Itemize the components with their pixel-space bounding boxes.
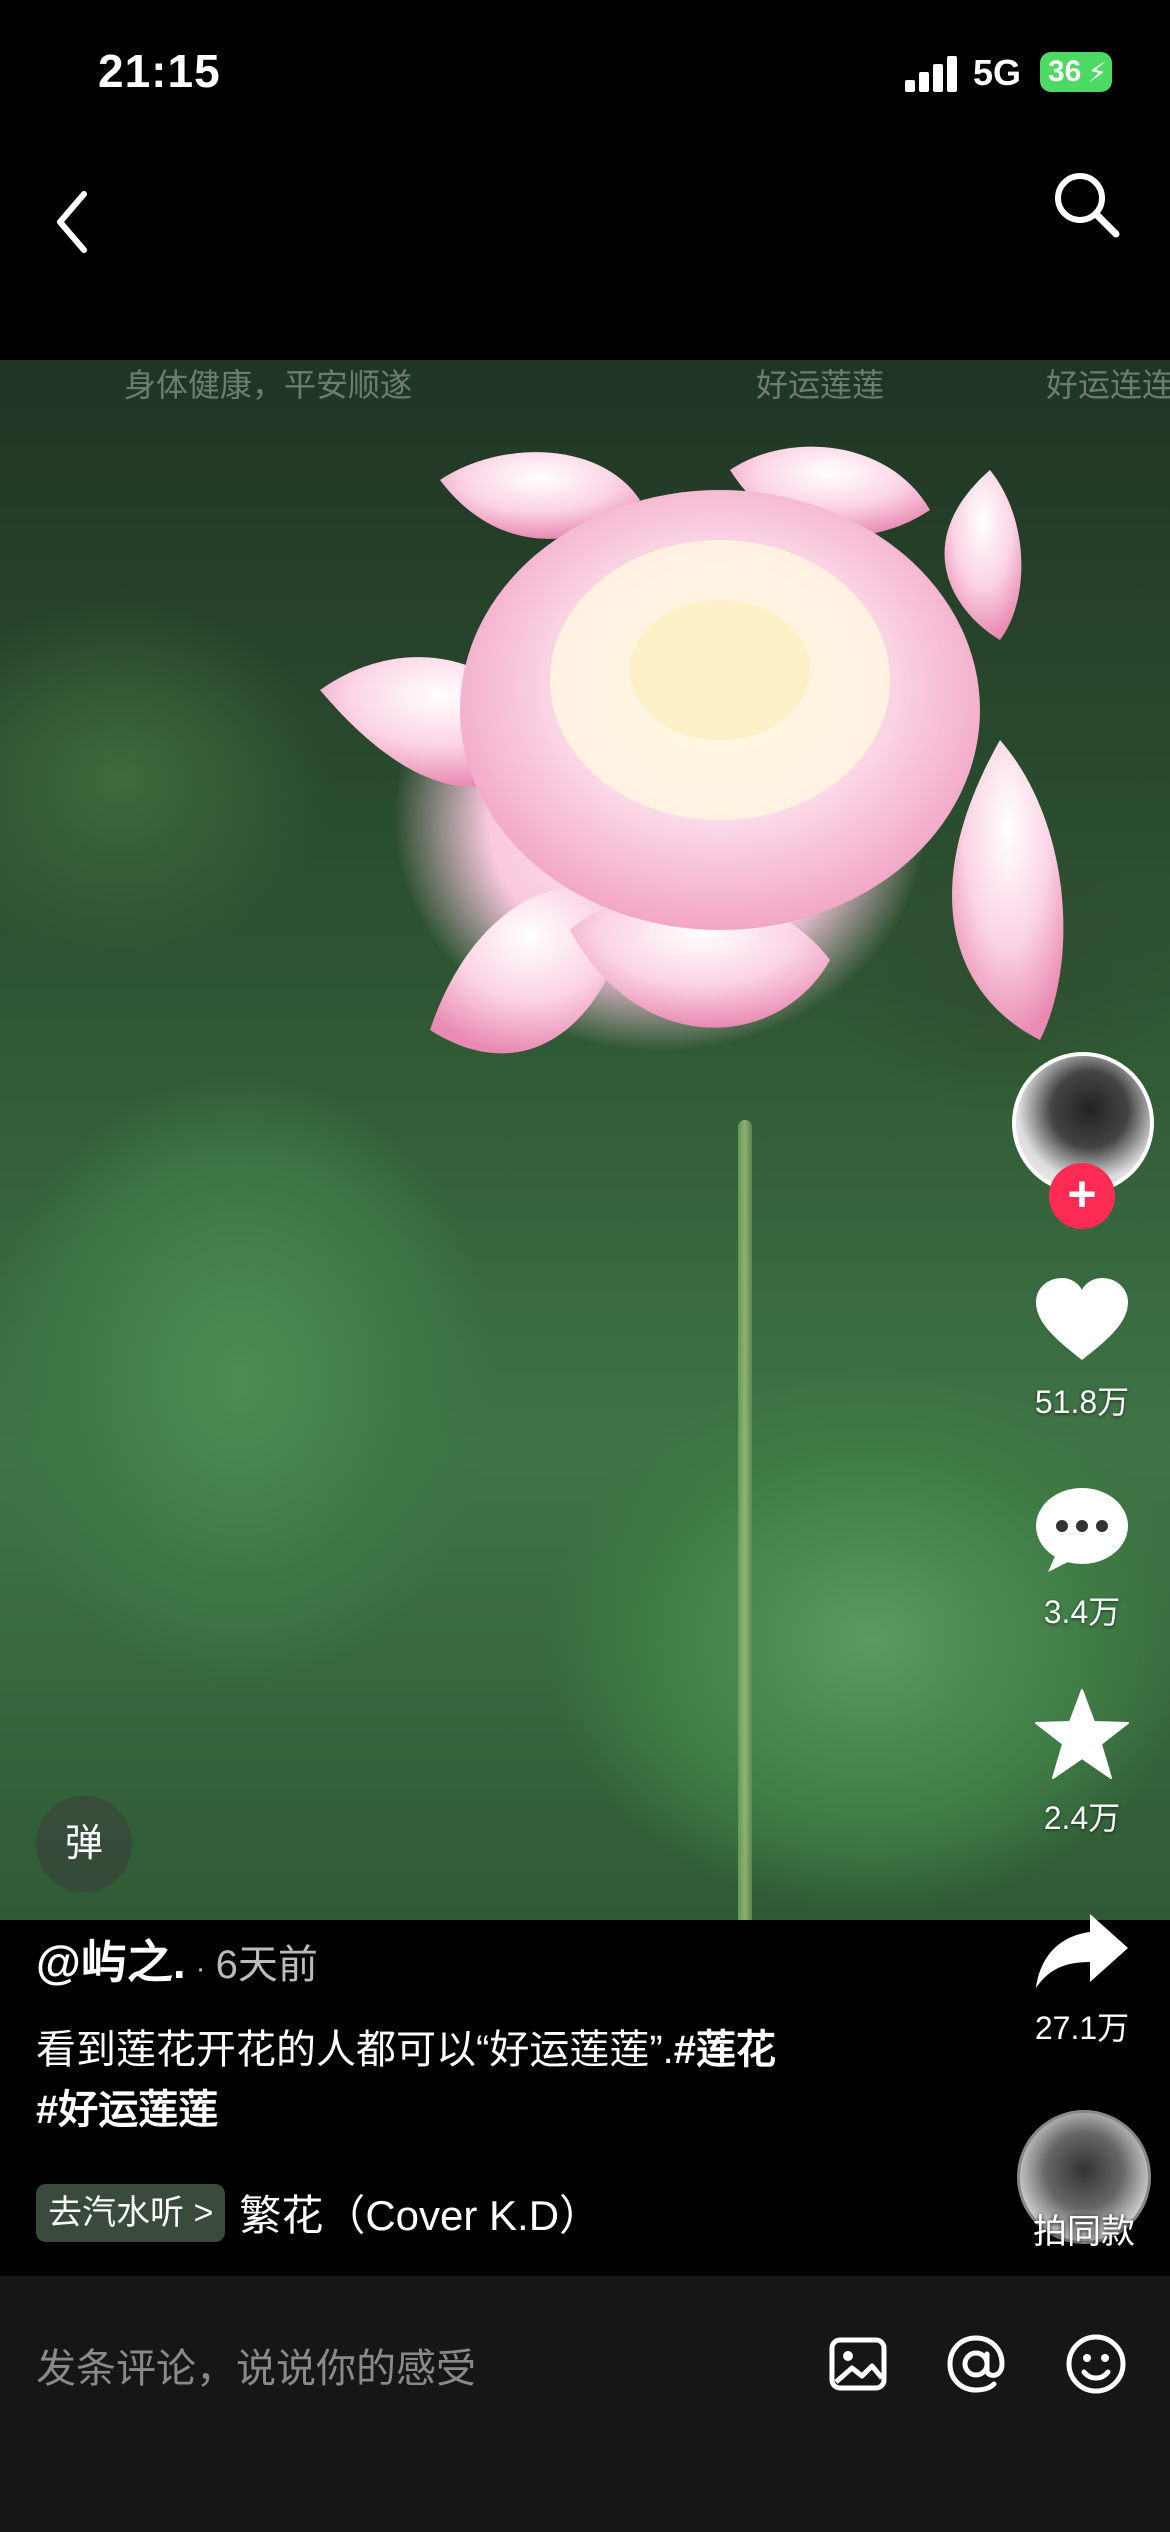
status-bar: 21:15 5G 36 ⚡	[0, 0, 1170, 140]
at-icon[interactable]	[944, 2332, 1008, 2396]
separator-dot: ·	[195, 1952, 206, 1985]
post-time: 6天前	[215, 1943, 318, 1987]
danmaku-toggle-button[interactable]: 弹	[36, 1796, 132, 1892]
battery-level: 36	[1048, 55, 1082, 88]
image-icon[interactable]	[826, 2332, 890, 2396]
open-music-app-button[interactable]: 去汽水听 >	[36, 2183, 226, 2242]
comment-count: 3.4万	[1043, 1594, 1121, 1630]
battery-icon: 36 ⚡	[1040, 52, 1112, 92]
share-button[interactable]: 27.1万	[1002, 1910, 1162, 2049]
comment-icon	[1036, 1488, 1128, 1572]
star-icon	[1035, 1689, 1129, 1779]
favorite-count: 2.4万	[1043, 1800, 1121, 1836]
like-button[interactable]: 51.8万	[1002, 1276, 1162, 1423]
danmaku-text: 好运莲莲	[756, 367, 885, 403]
author-line: @屿之. · 6天前	[36, 1926, 318, 1992]
music-line: 去汽水听 > 繁花（Cover K.D）	[36, 2182, 601, 2243]
like-count: 51.8万	[1034, 1384, 1130, 1420]
video-caption: 看到莲花开花的人都可以“好运莲莲”.#莲花 #好运莲莲	[36, 2020, 916, 2140]
comment-bar: 发条评论，说说你的感受	[0, 2276, 1170, 2532]
same-style-button[interactable]: 拍同款	[1014, 2110, 1154, 2253]
danmaku-text: 身体健康，平安顺遂	[124, 367, 413, 403]
status-time: 21:15	[98, 45, 221, 97]
author-name[interactable]: @屿之.	[36, 1936, 186, 1988]
danmaku-text: 好运连连	[1046, 367, 1170, 403]
music-title[interactable]: 繁花（Cover K.D）	[239, 2182, 601, 2243]
share-icon	[1036, 1914, 1128, 1988]
same-style-label: 拍同款	[1033, 2213, 1135, 2251]
search-icon[interactable]	[1050, 168, 1122, 240]
network-type: 5G	[973, 52, 1022, 93]
lotus-flower-image	[320, 446, 1064, 1054]
share-count: 27.1万	[1034, 2010, 1130, 2046]
comment-button[interactable]: 3.4万	[1002, 1484, 1162, 1633]
comment-input[interactable]: 发条评论，说说你的感受	[36, 2336, 476, 2394]
signal-icon	[905, 56, 961, 92]
caption-text: 看到莲花开花的人都可以“好运莲莲”.	[36, 2028, 674, 2072]
emoji-icon[interactable]	[1064, 2332, 1128, 2396]
lotus-stem	[738, 1120, 752, 1920]
hashtag-link[interactable]: #莲花	[674, 2028, 776, 2072]
nav-bar	[0, 140, 1170, 360]
heart-icon	[1036, 1278, 1128, 1360]
favorite-button[interactable]: 2.4万	[1002, 1688, 1162, 1839]
video-player[interactable]: 身体健康，平安顺遂 好运莲莲 好运连连 弹	[0, 360, 1170, 1920]
follow-button[interactable]: +	[1049, 1163, 1115, 1229]
chevron-left-icon[interactable]	[44, 180, 104, 260]
hashtag-link[interactable]: #好运莲莲	[36, 2088, 218, 2132]
